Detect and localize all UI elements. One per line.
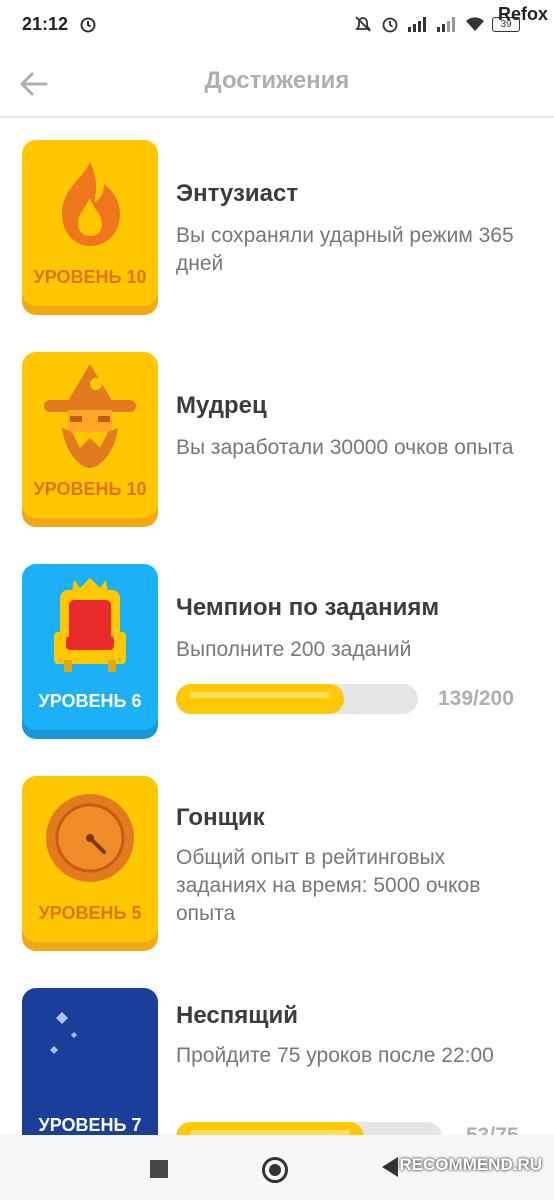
badge-level-label: УРОВЕНЬ 7 xyxy=(38,1115,142,1135)
achievement-title: Гонщик xyxy=(176,804,265,831)
progress-bar xyxy=(176,684,418,714)
signal-icon xyxy=(408,17,426,32)
home-button[interactable] xyxy=(262,1157,288,1183)
badge-level-label: УРОВЕНЬ 6 xyxy=(38,691,142,711)
achievement-description: Общий опыт в рейтинговых заданиях на вре… xyxy=(176,846,481,925)
throne-icon xyxy=(54,578,126,672)
badge-level-label: УРОВЕНЬ 5 xyxy=(38,903,142,923)
progress-count: 139/200 xyxy=(438,687,514,710)
status-icons: 39 xyxy=(353,14,520,34)
achievement-description: Вы заработали 30000 очков опыта xyxy=(176,436,514,459)
wizard-icon xyxy=(44,364,136,468)
watermark-top: Refox xyxy=(497,4,548,24)
badge-level-label: УРОВЕНЬ 10 xyxy=(33,479,147,499)
achievement-badge: УРОВЕНЬ 6 xyxy=(22,564,158,730)
status-bar: 21:12 39 Refox xyxy=(0,0,554,50)
achievement-badge: УРОВЕНЬ 10 xyxy=(22,352,158,518)
achievement-badge: УРОВЕНЬ 7 xyxy=(22,988,158,1154)
signal-icon xyxy=(437,17,455,32)
moon-icon xyxy=(50,1012,135,1095)
nav-back-icon[interactable] xyxy=(380,1155,400,1179)
mute-icon xyxy=(355,16,371,32)
achievement-title: Чемпион по заданиям xyxy=(176,594,440,621)
recents-button[interactable] xyxy=(150,1160,168,1178)
wifi-icon xyxy=(466,17,484,31)
achievement-title: Энтузиаст xyxy=(176,180,299,207)
achievement-description: Пройдите 75 уроков после 22:00 xyxy=(176,1044,494,1067)
achievement-description: Вы сохраняли ударный режим 365 дней xyxy=(176,224,514,275)
header: Достижения xyxy=(0,50,554,118)
achievement-badge: УРОВЕНЬ 5 xyxy=(22,776,158,942)
watermark: RECOMMEND.RU xyxy=(399,1155,542,1174)
achievement-title: Неспящий xyxy=(176,1002,298,1029)
alarm-icon xyxy=(382,17,398,33)
system-nav-bar: RECOMMEND.RU xyxy=(0,1135,554,1200)
page-title: Достижения xyxy=(204,67,350,94)
status-time: 21:12 xyxy=(22,14,69,34)
achievement-title: Мудрец xyxy=(176,392,267,419)
achievement-description: Выполните 200 заданий xyxy=(176,638,412,661)
achievement-badge: УРОВЕНЬ 10 xyxy=(22,140,158,306)
alarm-icon xyxy=(79,15,97,38)
stopwatch-icon xyxy=(46,794,134,882)
progress-fill xyxy=(176,684,344,714)
progress-shine xyxy=(190,692,330,698)
badge-level-label: УРОВЕНЬ 10 xyxy=(33,267,147,287)
flame-icon xyxy=(62,162,120,246)
